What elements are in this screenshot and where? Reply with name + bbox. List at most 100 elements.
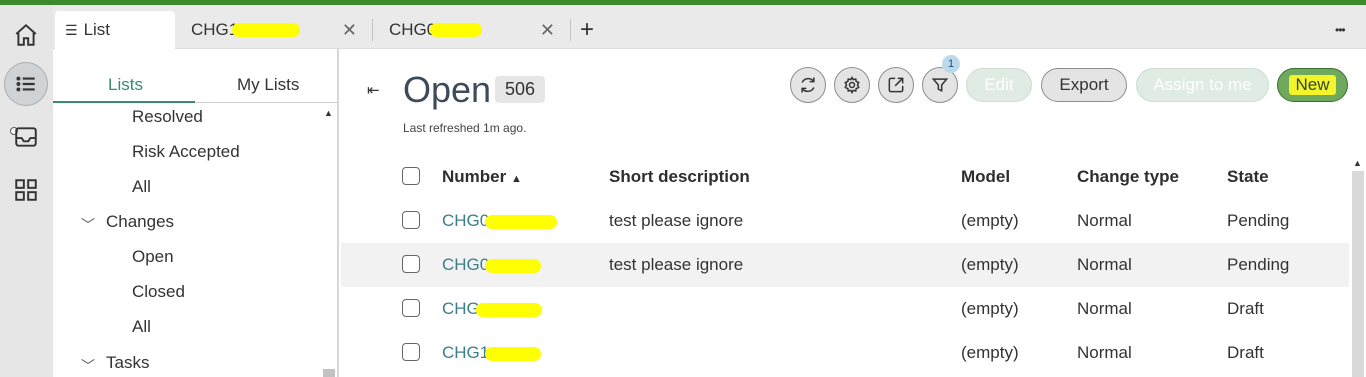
refresh-button[interactable]: [790, 67, 826, 103]
state-cell: Draft: [1227, 343, 1264, 362]
list-item-closed[interactable]: Closed: [132, 282, 185, 302]
share-button[interactable]: [878, 67, 914, 103]
list-lines-icon: ☰: [65, 21, 78, 38]
more-options-button[interactable]: •••: [1335, 11, 1359, 49]
redaction-mark: [232, 23, 301, 37]
redaction-mark: [485, 258, 542, 273]
column-header-model[interactable]: Model: [961, 167, 1010, 187]
tab-list[interactable]: ☰ List: [55, 11, 175, 49]
table-row[interactable]: CHG1 (empty) Normal Draft: [341, 331, 1349, 375]
sort-ascending-icon: ▲: [510, 173, 522, 185]
group-changes[interactable]: Changes: [106, 212, 174, 232]
lists-panel: Lists My Lists Resolved Risk Accepted Al…: [53, 49, 339, 377]
scroll-up-arrow-icon[interactable]: ▲: [324, 108, 333, 118]
assign-to-me-button[interactable]: Assign to me: [1136, 68, 1269, 102]
plus-icon: +: [580, 16, 595, 43]
inbox-icon: [15, 127, 37, 147]
change-type-cell: Normal: [1077, 343, 1132, 362]
list-item-open[interactable]: Open: [132, 247, 174, 267]
new-button-label: New: [1289, 75, 1336, 95]
list-item-all[interactable]: All: [132, 177, 151, 197]
change-number-link[interactable]: CHG0: [442, 211, 558, 231]
row-checkbox[interactable]: [402, 299, 420, 317]
table-row[interactable]: CHG (empty) Normal Draft: [341, 287, 1349, 331]
collapse-panel-icon[interactable]: ⇤: [367, 81, 380, 99]
select-all-checkbox[interactable]: [402, 167, 420, 185]
tab-label: CHG1: [191, 20, 239, 39]
change-type-cell: Normal: [1077, 255, 1132, 274]
active-tab-indicator: [53, 101, 195, 103]
tab-record-1[interactable]: CHG1 ✕: [175, 11, 371, 49]
more-icon: •••: [1335, 23, 1346, 37]
state-cell: Pending: [1227, 211, 1290, 230]
redaction-mark: [430, 23, 483, 37]
tab-strip: ☰ List CHG1 ✕ CHG0 ✕ + •••: [53, 5, 1366, 49]
redaction-mark: [485, 346, 542, 361]
chevron-down-icon[interactable]: ﹀: [81, 356, 95, 376]
scrollbar-thumb[interactable]: [323, 369, 335, 377]
settings-icon: [844, 76, 860, 94]
row-checkbox[interactable]: [402, 255, 420, 273]
chevron-down-icon[interactable]: ﹀: [81, 215, 95, 235]
last-refreshed-text: Last refreshed 1m ago.: [403, 121, 527, 135]
share-icon: [888, 77, 904, 93]
tab-label: CHG0: [389, 20, 437, 39]
list-icon: [16, 76, 35, 92]
table-header: Number ▲ Short description Model Change …: [341, 155, 1349, 199]
close-icon[interactable]: ✕: [540, 20, 555, 41]
change-number-link[interactable]: CHG: [442, 299, 542, 319]
list-item-resolved[interactable]: Resolved: [132, 107, 203, 127]
state-cell: Pending: [1227, 255, 1290, 274]
change-number-link[interactable]: CHG0: [442, 255, 542, 275]
table-row[interactable]: CHG0 test please ignore (empty) Normal P…: [341, 199, 1349, 243]
export-button[interactable]: Export: [1041, 68, 1127, 102]
export-button-label: Export: [1059, 75, 1109, 94]
home-button[interactable]: [4, 13, 48, 57]
row-checkbox[interactable]: [402, 211, 420, 229]
tab-lists[interactable]: Lists: [108, 75, 143, 95]
short-description-cell: test please ignore: [609, 255, 744, 274]
tab-record-2[interactable]: CHG0 ✕: [373, 11, 569, 49]
app-rail: [0, 5, 53, 377]
tab-divider: [570, 19, 571, 41]
model-cell: (empty): [961, 211, 1019, 230]
column-header-state[interactable]: State: [1227, 167, 1269, 187]
inbox-button[interactable]: [4, 115, 48, 159]
redaction-mark: [485, 214, 558, 229]
row-checkbox[interactable]: [402, 343, 420, 361]
settings-button[interactable]: [834, 67, 870, 103]
filter-count-badge: 1: [942, 55, 960, 73]
column-header-short-description[interactable]: Short description: [609, 167, 750, 187]
scroll-up-arrow-icon[interactable]: ▲: [1353, 158, 1362, 168]
change-type-cell: Normal: [1077, 211, 1132, 230]
lists-subtabs: Lists My Lists: [53, 69, 339, 103]
list-item-all[interactable]: All: [132, 317, 151, 337]
tab-my-lists[interactable]: My Lists: [237, 75, 299, 95]
column-header-number[interactable]: Number ▲: [442, 167, 522, 187]
lists-scrollbar[interactable]: ▲: [321, 104, 335, 377]
close-icon[interactable]: ✕: [342, 20, 357, 41]
scrollbar-track[interactable]: [1352, 171, 1364, 377]
table-scrollbar[interactable]: ▲: [1350, 155, 1364, 377]
change-type-cell: Normal: [1077, 299, 1132, 318]
group-tasks[interactable]: Tasks: [106, 353, 149, 373]
lists-tree: Resolved Risk Accepted All ﹀ Changes Ope…: [53, 104, 323, 377]
list-button[interactable]: [4, 62, 48, 106]
model-cell: (empty): [961, 299, 1019, 318]
add-tab-button[interactable]: +: [580, 11, 610, 49]
tab-label: List: [83, 20, 111, 39]
column-header-change-type[interactable]: Change type: [1077, 167, 1179, 187]
table-row[interactable]: CHG0 test please ignore (empty) Normal P…: [341, 243, 1349, 287]
redaction-mark: [475, 302, 542, 317]
change-number-link[interactable]: CHG1: [442, 343, 542, 363]
list-view: ⇤ Open 506 Last refreshed 1m ago. 1 Edit…: [341, 49, 1366, 377]
workspace-grid-button[interactable]: [4, 168, 48, 212]
model-cell: (empty): [961, 255, 1019, 274]
edit-button[interactable]: Edit: [966, 68, 1032, 102]
edit-button-label: Edit: [984, 75, 1014, 94]
home-icon: [15, 23, 37, 46]
list-item-risk-accepted[interactable]: Risk Accepted: [132, 142, 240, 162]
new-button[interactable]: New: [1277, 68, 1348, 102]
filter-icon: [931, 78, 949, 93]
state-cell: Draft: [1227, 299, 1264, 318]
